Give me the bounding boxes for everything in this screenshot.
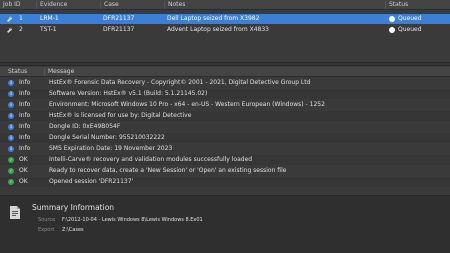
source-value: F:\2012-10-04 - Lewis Windows 8\Lewis Wi… [62,217,203,223]
log-status: OK [19,167,28,174]
col-notes[interactable]: Notes [164,1,185,9]
log-row[interactable]: i Info Dongle ID: 0xE49B054F [0,122,450,132]
ok-check-icon: ✓ [8,157,14,163]
export-label: Export [38,227,55,233]
log-row[interactable]: i Info Dongle Serial Number: 95521003222… [0,133,450,143]
log-message: Intelli-Carve® recovery and validation m… [49,156,253,163]
jobs-table-header: Job ID Evidence Case Notes Status [0,0,450,10]
job-status: Queued [398,26,422,33]
panel-splitter[interactable] [0,62,450,66]
info-icon: i [8,135,14,141]
job-notes: Dell Laptop seized from X3982 [167,15,260,22]
log-status: Info [19,101,31,108]
log-status: OK [19,178,28,185]
info-icon: i [8,102,14,108]
job-status: Queued [398,15,422,22]
log-message: SMS Expiration Date: 19 November 2023 [49,145,173,152]
col-job-id[interactable]: Job ID [0,1,21,9]
log-row[interactable]: ✓ OK Opened session 'DFR21137' [0,177,450,187]
wrench-icon [7,16,13,22]
log-row[interactable]: i Info Environment: Microsoft Windows 10… [0,100,450,110]
col-evidence[interactable]: Evidence [36,1,67,9]
ok-check-icon: ✓ [8,179,14,185]
job-case: DFR21137 [103,26,135,33]
job-case: DFR21137 [103,15,135,22]
log-row[interactable]: i Info Software Version: HstEx® v5.1 (Bu… [0,89,450,99]
summary-panel: Summary Information Source F:\2012-10-04… [0,195,450,253]
log-status: Info [19,79,31,86]
log-table-header: Status Message [0,67,450,77]
log-message: Opened session 'DFR21137' [49,178,134,185]
log-status: Info [19,145,31,152]
job-evidence: TST-1 [40,26,57,33]
log-status: Info [19,134,31,141]
info-icon: i [8,91,14,97]
log-row[interactable]: i Info HstEx® is licensed for use by: Di… [0,111,450,121]
log-message: HstEx® is licensed for use by: Digital D… [49,112,192,119]
col-case[interactable]: Case [100,1,119,9]
document-icon [10,206,20,219]
source-label: Source [38,217,56,223]
log-message: Ready to recover data, create a 'New Ses… [49,167,287,174]
log-row[interactable]: i Info SMS Expiration Date: 19 November … [0,144,450,154]
wrench-icon [7,27,13,33]
log-status: Info [19,112,31,119]
jobs-table-body: 1 LRM-1 DFR21137 Dell Laptop seized from… [0,10,450,60]
log-row[interactable]: ✓ OK Ready to recover data, create a 'Ne… [0,166,450,176]
job-id: 1 [19,15,23,22]
col-status[interactable]: Status [385,1,408,9]
log-message: HstEx® Forensic Data Recovery - Copyrigh… [49,79,311,86]
info-icon: i [8,146,14,152]
col-log-message[interactable]: Message [44,68,74,76]
job-evidence: LRM-1 [40,15,59,22]
col-log-status[interactable]: Status [0,68,27,76]
log-status: OK [19,156,28,163]
log-row[interactable]: i Info HstEx® Forensic Data Recovery - C… [0,78,450,88]
log-status: Info [19,123,31,130]
ok-check-icon: ✓ [8,168,14,174]
job-row[interactable]: 1 LRM-1 DFR21137 Dell Laptop seized from… [0,14,450,24]
info-icon: i [8,124,14,130]
log-row[interactable]: ✓ OK Intelli-Carve® recovery and validat… [0,155,450,165]
log-message: Software Version: HstEx® v5.1 (Build: 5.… [49,90,208,97]
info-icon: i [8,80,14,86]
summary-title: Summary Information [32,203,115,212]
log-message: Environment: Microsoft Windows 10 Pro - … [49,101,325,108]
job-id: 2 [19,26,23,33]
job-notes: Advent Laptop seized from X4833 [167,26,269,33]
queued-status-icon [389,16,395,22]
info-icon: i [8,113,14,119]
log-status: Info [19,90,31,97]
queued-status-icon [389,27,395,33]
log-message: Dongle ID: 0xE49B054F [49,123,121,130]
job-row[interactable]: 2 TST-1 DFR21137 Advent Laptop seized fr… [0,25,450,35]
export-value: Z:\Cases [62,227,84,233]
log-message: Dongle Serial Number: 955210032222 [49,134,165,141]
